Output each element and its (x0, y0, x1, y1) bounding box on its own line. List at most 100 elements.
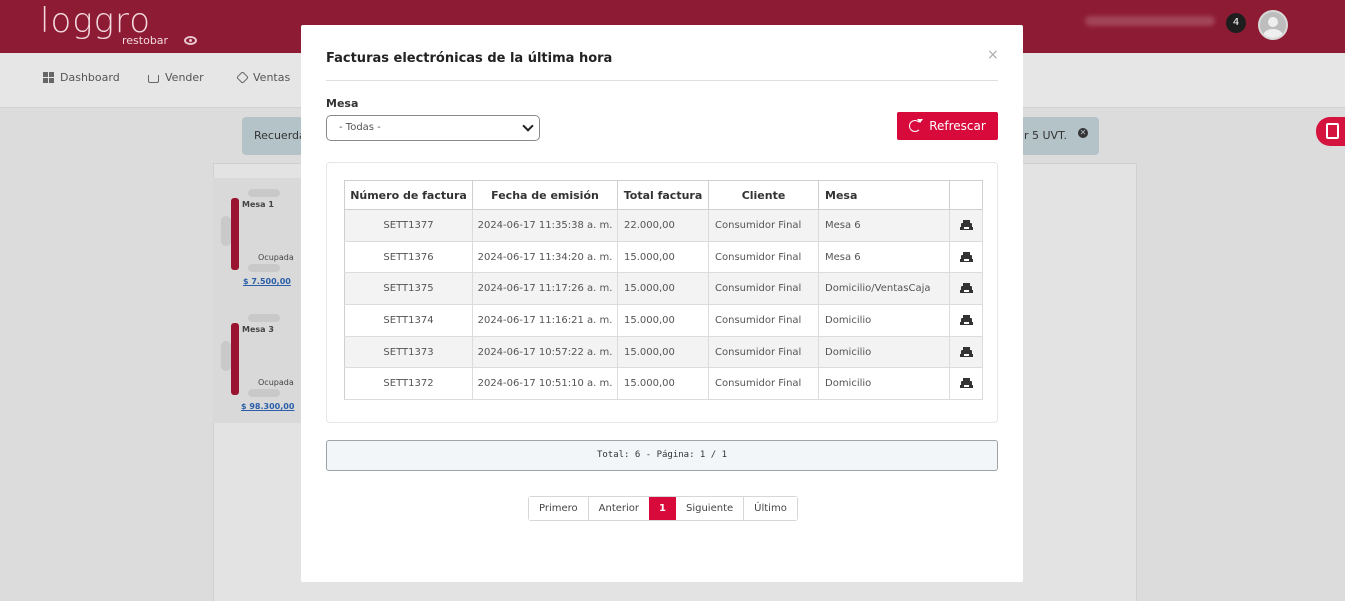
invoice-number: SETT1377 (344, 209, 473, 242)
pager-last-button[interactable]: Último (743, 497, 797, 520)
table-name: Mesa 3 (242, 325, 274, 334)
nav-item-dashboard[interactable]: Dashboard (43, 71, 120, 84)
table-name: Mesa 1 (242, 200, 274, 209)
printer-icon[interactable] (960, 283, 972, 294)
chair-top (248, 189, 280, 197)
invoice-total: 15.000,00 (617, 367, 709, 401)
invoice-date: 2024-06-17 11:35:38 a. m. (472, 209, 618, 242)
printer-icon[interactable] (960, 314, 972, 325)
print-cell (949, 304, 983, 337)
invoice-date: 2024-06-17 11:16:21 a. m. (472, 304, 618, 337)
invoice-number: SETT1372 (344, 367, 473, 401)
invoice-number: SETT1375 (344, 272, 473, 306)
modal-title: Facturas electrónicas de la última hora (326, 51, 613, 66)
eye-icon[interactable] (184, 36, 197, 45)
invoice-date: 2024-06-17 11:17:26 a. m. (472, 272, 618, 306)
invoice-mesa: Domicilio/VentasCaja (818, 272, 950, 306)
logo-text: loggro (40, 1, 152, 41)
mesa-filter-value: - Todas - (339, 122, 381, 133)
table-state: Ocupada (258, 378, 294, 387)
printer-icon[interactable] (960, 251, 972, 262)
invoice-total: 15.000,00 (617, 272, 709, 306)
column-header: Mesa (818, 180, 950, 210)
mesa-filter-select[interactable]: - Todas - (326, 115, 540, 141)
nav-item-ventas[interactable]: Ventas (236, 71, 291, 84)
invoice-client: Consumidor Final (708, 272, 819, 306)
table-row: SETT1377 2024-06-17 11:35:38 a. m. 22.00… (344, 209, 983, 242)
table-header-row: Número de factura Fecha de emisión Total… (344, 180, 983, 210)
invoices-table: Número de factura Fecha de emisión Total… (344, 180, 983, 401)
table-row: SETT1375 2024-06-17 11:17:26 a. m. 15.00… (344, 272, 983, 306)
table-total-link[interactable]: $ 98.300,00 (241, 402, 294, 411)
refresh-button[interactable]: Refrescar (897, 112, 998, 140)
nav-item-label: Vender (165, 71, 204, 84)
chair-top (248, 314, 280, 322)
invoice-client: Consumidor Final (708, 240, 819, 274)
invoice-mesa: Domicilio (818, 367, 950, 401)
nav-item-label: Dashboard (60, 71, 120, 84)
invoice-client: Consumidor Final (708, 335, 819, 369)
invoice-mesa: Domicilio (818, 304, 950, 337)
refresh-button-label: Refrescar (929, 119, 986, 133)
print-cell (949, 272, 983, 306)
printer-icon[interactable] (960, 378, 972, 389)
invoice-client: Consumidor Final (708, 209, 819, 242)
invoice-mesa: Mesa 6 (818, 209, 950, 242)
chair-side (221, 216, 231, 246)
printer-icon[interactable] (960, 346, 972, 357)
table-row: SETT1372 2024-06-17 10:51:10 a. m. 15.00… (344, 367, 983, 401)
table-total-link[interactable]: $ 7.500,00 (243, 277, 291, 286)
table-row: SETT1373 2024-06-17 10:57:22 a. m. 15.00… (344, 335, 983, 369)
nav-item-vender[interactable]: Vender (148, 71, 204, 84)
pager-next-button[interactable]: Siguiente (676, 497, 744, 520)
table-card-mesa-3[interactable]: Mesa 3 Ocupada $ 98.300,00 (221, 314, 301, 411)
column-header: Fecha de emisión (472, 180, 618, 210)
chevron-down-icon (522, 120, 534, 132)
invoice-total: 15.000,00 (617, 304, 709, 337)
chair-side (221, 341, 231, 371)
avatar[interactable] (1258, 10, 1288, 40)
app-logo[interactable]: loggro restobar (40, 1, 168, 47)
logo-subtitle: restobar (122, 34, 169, 47)
pagination-summary: Total: 6 - Página: 1 / 1 (326, 440, 998, 471)
table-status-bar (231, 323, 239, 395)
invoice-number: SETT1376 (344, 240, 473, 274)
alert-text-start: Recuerda (254, 129, 306, 142)
invoice-number: SETT1374 (344, 304, 473, 337)
invoice-number: SETT1373 (344, 335, 473, 369)
close-icon[interactable]: ✕ (1078, 128, 1088, 138)
chair-bottom (248, 389, 280, 397)
print-cell (949, 209, 983, 242)
pager-current-page[interactable]: 1 (649, 497, 676, 520)
chair-bottom (248, 264, 280, 272)
document-side-button[interactable] (1316, 117, 1345, 146)
print-cell (949, 335, 983, 369)
dashboard-icon (43, 72, 54, 83)
invoices-modal: Facturas electrónicas de la última hora … (301, 25, 1023, 582)
pager-prev-button[interactable]: Anterior (587, 497, 650, 520)
document-icon (1326, 123, 1339, 139)
printer-icon[interactable] (960, 219, 972, 230)
column-header: Cliente (708, 180, 819, 210)
invoice-client: Consumidor Final (708, 367, 819, 401)
invoice-date: 2024-06-17 11:34:20 a. m. (472, 240, 618, 274)
mesa-filter-label: Mesa (326, 97, 359, 110)
nav-item-label: Ventas (253, 71, 291, 84)
notifications-badge[interactable]: 4 (1226, 13, 1246, 33)
invoice-total: 15.000,00 (617, 335, 709, 369)
table-state: Ocupada (258, 253, 294, 262)
invoice-date: 2024-06-17 10:57:22 a. m. (472, 335, 618, 369)
invoice-total: 15.000,00 (617, 240, 709, 274)
close-icon[interactable]: × (987, 47, 999, 63)
cart-icon (148, 74, 159, 83)
invoice-total: 22.000,00 (617, 209, 709, 242)
print-cell (949, 367, 983, 401)
pager-first-button[interactable]: Primero (529, 497, 588, 520)
invoice-mesa: Mesa 6 (818, 240, 950, 274)
pagination: Primero Anterior 1 Siguiente Último (528, 496, 798, 521)
invoices-table-container: Número de factura Fecha de emisión Total… (326, 162, 998, 423)
invoice-date: 2024-06-17 10:51:10 a. m. (472, 367, 618, 401)
table-card-mesa-1[interactable]: Mesa 1 Ocupada $ 7.500,00 (221, 189, 301, 286)
table-row: SETT1374 2024-06-17 11:16:21 a. m. 15.00… (344, 304, 983, 337)
invoice-client: Consumidor Final (708, 304, 819, 337)
